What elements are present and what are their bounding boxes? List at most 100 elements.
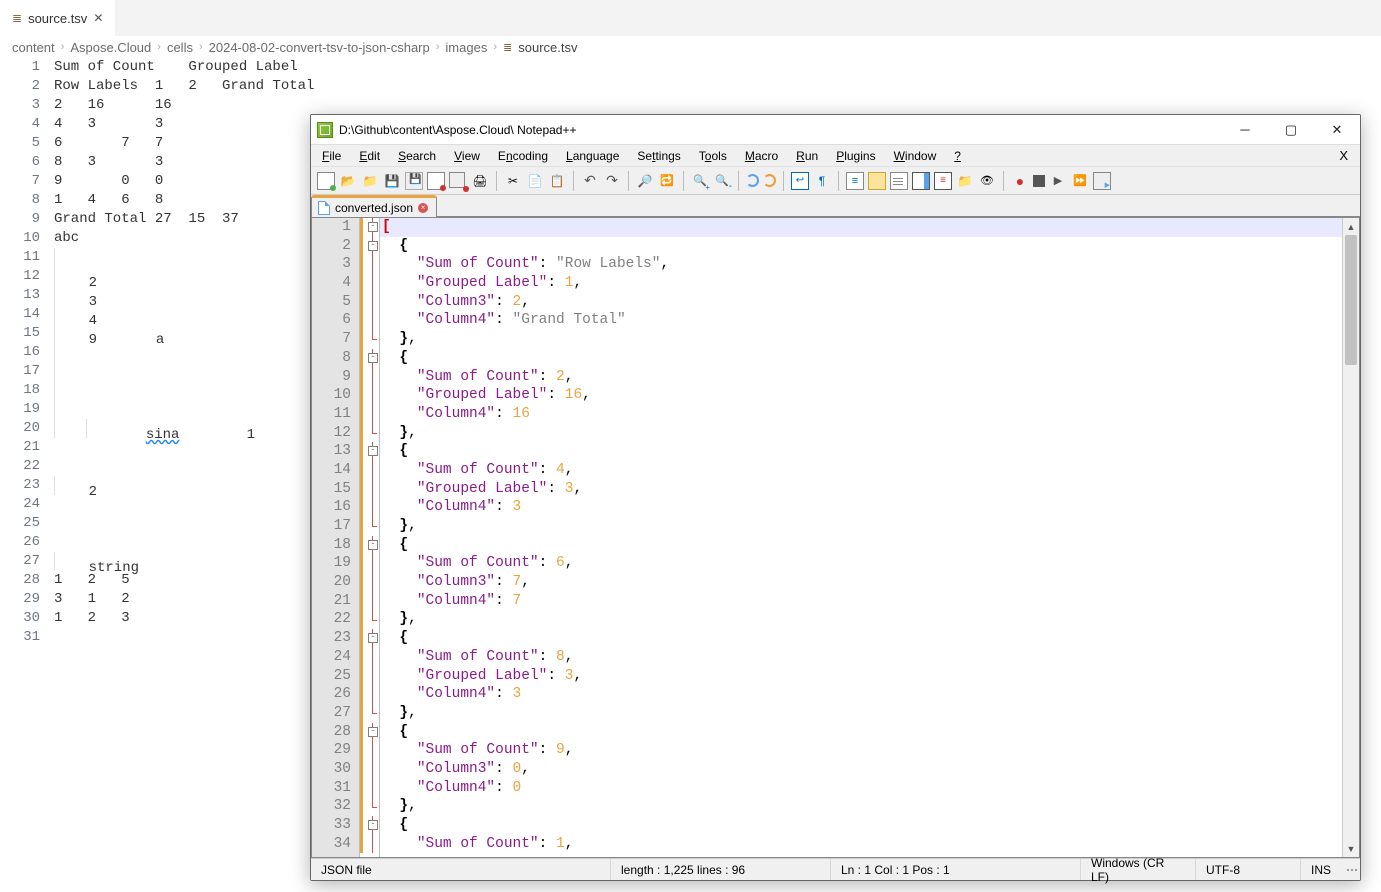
tb-close-icon[interactable] xyxy=(427,172,445,190)
npp-gutter: 1234567891011121314151617181920212223242… xyxy=(312,218,360,857)
tb-redo-icon[interactable] xyxy=(603,172,621,190)
tb-new-icon[interactable] xyxy=(317,172,335,190)
tb-playmulti-icon[interactable] xyxy=(1071,172,1089,190)
menu-run[interactable]: Run xyxy=(787,147,827,165)
chevron-right-icon: › xyxy=(61,41,65,53)
menu-help[interactable]: ? xyxy=(945,147,970,165)
crumb[interactable]: images xyxy=(445,40,487,55)
scroll-down-icon[interactable]: ▼ xyxy=(1343,840,1359,857)
tb-syncv-icon[interactable] xyxy=(746,174,759,187)
resize-grip[interactable] xyxy=(1342,866,1360,874)
tb-zoomin-icon[interactable] xyxy=(691,172,709,190)
tb-stop-icon[interactable] xyxy=(1033,175,1045,187)
menu-settings[interactable]: Settings xyxy=(628,147,689,165)
close-icon[interactable]: × xyxy=(418,203,428,213)
status-encoding[interactable]: UTF-8 xyxy=(1196,859,1301,880)
tb-separator xyxy=(738,171,739,191)
crumb[interactable]: source.tsv xyxy=(518,40,577,55)
menu-macro[interactable]: Macro xyxy=(736,147,787,165)
tb-replace-icon[interactable] xyxy=(658,172,676,190)
tb-print-icon[interactable] xyxy=(471,172,489,190)
tb-zoomout-icon[interactable] xyxy=(713,172,731,190)
npp-doctab-converted[interactable]: converted.json × xyxy=(311,195,437,217)
npp-statusbar: JSON file length : 1,225 lines : 96 Ln :… xyxy=(311,858,1360,880)
breadcrumbs[interactable]: content › Aspose.Cloud › cells › 2024-08-02… xyxy=(0,36,1381,58)
npp-title-text: D:\Github\content\Aspose.Cloud\ Notepad+… xyxy=(339,123,577,137)
tb-separator xyxy=(628,171,629,191)
file-icon: ≣ xyxy=(503,41,512,54)
tb-separator xyxy=(683,171,684,191)
tb-folderws-icon[interactable] xyxy=(956,172,974,190)
file-icon xyxy=(318,201,330,215)
tb-separator xyxy=(573,171,574,191)
menu-file[interactable]: File xyxy=(313,147,350,165)
tb-monitor-icon[interactable] xyxy=(978,172,996,190)
tb-funclist-icon[interactable] xyxy=(934,172,952,190)
tb-closeall-icon[interactable] xyxy=(449,172,467,190)
scroll-up-icon[interactable]: ▲ xyxy=(1343,218,1359,235)
menu-view[interactable]: View xyxy=(445,147,489,165)
tb-separator xyxy=(1003,171,1004,191)
tb-find-icon[interactable] xyxy=(636,172,654,190)
minimize-button[interactable]: ─ xyxy=(1222,115,1268,145)
tb-saveall-icon[interactable] xyxy=(405,172,423,190)
crumb[interactable]: 2024-08-02-convert-tsv-to-json-csharp xyxy=(209,40,430,55)
status-eol[interactable]: Windows (CR LF) xyxy=(1081,859,1196,880)
status-filetype: JSON file xyxy=(311,859,611,880)
tb-showchars-icon[interactable] xyxy=(813,172,831,190)
npp-editor[interactable]: 1234567891011121314151617181920212223242… xyxy=(312,218,1342,857)
npp-logo-icon xyxy=(317,122,333,138)
npp-menubar: File Edit Search View Encoding Language … xyxy=(311,145,1360,167)
menu-language[interactable]: Language xyxy=(557,147,628,165)
tb-indentguide-icon[interactable] xyxy=(846,172,864,190)
tb-separator xyxy=(783,171,784,191)
tb-save-icon[interactable] xyxy=(383,172,401,190)
menu-plugins[interactable]: Plugins xyxy=(827,147,884,165)
tb-openfolder-icon[interactable] xyxy=(361,172,379,190)
npp-titlebar[interactable]: D:\Github\content\Aspose.Cloud\ Notepad+… xyxy=(311,115,1360,145)
tb-record-icon[interactable] xyxy=(1011,172,1029,190)
menu-search[interactable]: Search xyxy=(389,147,445,165)
npp-code[interactable]: [ { "Sum of Count": "Row Labels", "Group… xyxy=(380,218,1342,857)
vscode-gutter: 1234567891011121314151617181920212223242… xyxy=(0,58,54,647)
status-position: Ln : 1 Col : 1 Pos : 1 xyxy=(831,859,1081,880)
tb-udl-icon[interactable] xyxy=(868,172,886,190)
tb-doclist-icon[interactable] xyxy=(890,172,908,190)
vscode-tabbar: ≣ source.tsv ✕ xyxy=(0,0,1381,36)
menu-encoding[interactable]: Encoding xyxy=(489,147,557,165)
crumb[interactable]: cells xyxy=(167,40,193,55)
tb-cut-icon[interactable] xyxy=(504,172,522,190)
tb-wordwrap-icon[interactable] xyxy=(791,172,809,190)
menu-tools[interactable]: Tools xyxy=(690,147,736,165)
menu-close-x[interactable]: X xyxy=(1329,148,1358,163)
vscode-tab-source[interactable]: ≣ source.tsv ✕ xyxy=(0,0,115,36)
tb-separator xyxy=(496,171,497,191)
npp-fold-margin[interactable] xyxy=(366,218,380,857)
tb-undo-icon[interactable] xyxy=(581,172,599,190)
tb-copy-icon[interactable] xyxy=(526,172,544,190)
close-button[interactable]: ✕ xyxy=(1314,115,1360,145)
menu-edit[interactable]: Edit xyxy=(350,147,389,165)
close-icon[interactable]: ✕ xyxy=(93,11,103,25)
tb-open-icon[interactable] xyxy=(339,172,357,190)
crumb[interactable]: content xyxy=(12,40,55,55)
chevron-right-icon: › xyxy=(199,41,203,53)
notepadpp-window: D:\Github\content\Aspose.Cloud\ Notepad+… xyxy=(310,114,1361,881)
vscode-tab-label: source.tsv xyxy=(28,11,87,26)
tb-savemacro-icon[interactable] xyxy=(1093,172,1111,190)
npp-editor-wrap: 1234567891011121314151617181920212223242… xyxy=(311,217,1360,858)
tb-play-icon[interactable] xyxy=(1049,172,1067,190)
menu-window[interactable]: Window xyxy=(885,147,946,165)
npp-scrollbar[interactable]: ▲ ▼ xyxy=(1342,218,1359,857)
tb-paste-icon[interactable] xyxy=(548,172,566,190)
scroll-thumb[interactable] xyxy=(1345,235,1357,365)
crumb[interactable]: Aspose.Cloud xyxy=(70,40,151,55)
chevron-right-icon: › xyxy=(157,41,161,53)
status-length: length : 1,225 lines : 96 xyxy=(611,859,831,880)
tb-synch-icon[interactable] xyxy=(763,174,776,187)
file-icon: ≣ xyxy=(12,11,22,25)
status-ins[interactable]: INS xyxy=(1301,859,1342,880)
npp-doctabbar: converted.json × xyxy=(311,195,1360,217)
maximize-button[interactable]: ▢ xyxy=(1268,115,1314,145)
tb-docmap-icon[interactable] xyxy=(912,172,930,190)
